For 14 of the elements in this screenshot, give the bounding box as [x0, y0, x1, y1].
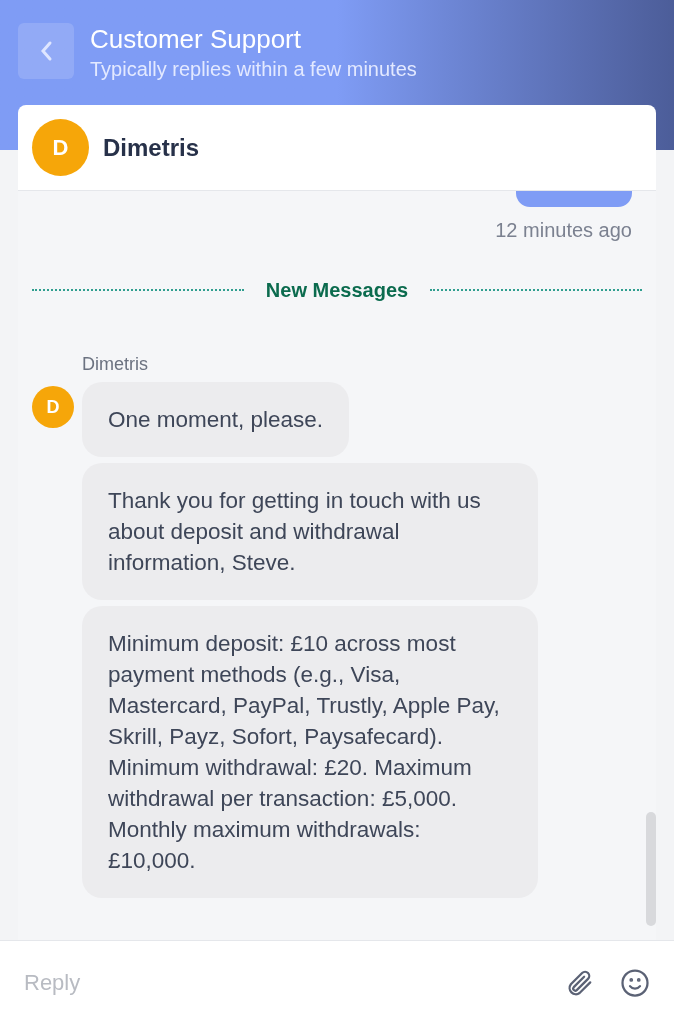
- header-title: Customer Support: [90, 23, 302, 55]
- header-subtitle: Typically replies within a few minutes: [90, 57, 417, 82]
- new-messages-label: New Messages: [265, 278, 409, 303]
- sender-avatar: D: [32, 386, 74, 428]
- emoji-icon[interactable]: [620, 967, 650, 998]
- sender-name: Dimetris: [82, 353, 149, 376]
- agent-avatar: D: [32, 119, 89, 176]
- reply-box[interactable]: Reply: [0, 940, 674, 1024]
- message-bubble: Thank you for getting in touch with us about deposit and withdrawal information, Steve.: [82, 463, 538, 600]
- message-bubble: One moment, please.: [82, 382, 350, 457]
- message-time: 12 minutes ago: [495, 218, 632, 243]
- back-icon: [39, 40, 53, 62]
- message-bubble: Minimum deposit: £10 across most payment methods (e.g., Visa, Mastercard, PayPal, Trustly, Apple Pay, Skrill, Payz, Sofort, Paysafecard). Minimum withdrawal: £20. Maximum withdrawal per transaction: £5,000. Monthly maximum withdrawals: £10,000.: [82, 606, 538, 898]
- agent-name: Dimetris: [103, 132, 200, 163]
